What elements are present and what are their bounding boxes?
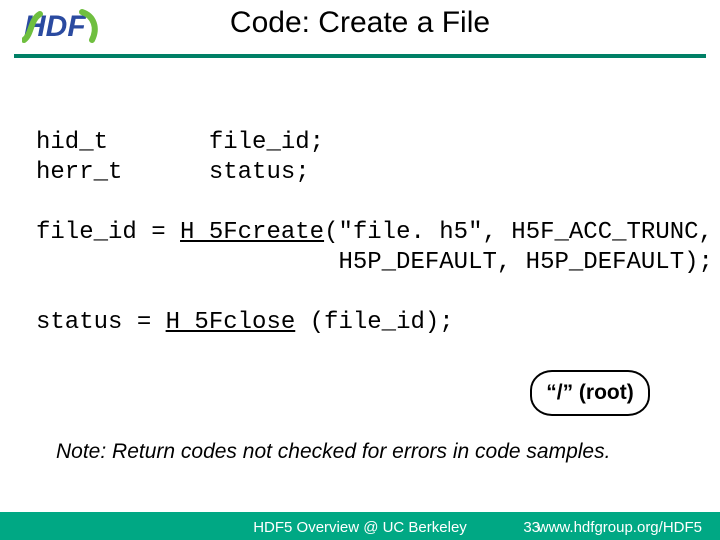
code-fn-call: H 5Fcreate bbox=[180, 219, 324, 246]
code-fn-call: H 5Fclose bbox=[166, 309, 296, 336]
root-node-label: “/” (root) bbox=[546, 381, 633, 405]
title-underline bbox=[14, 54, 706, 58]
code-decl-type: herr_t bbox=[36, 159, 122, 186]
slide: HDF Code: Create a File hid_t file_id; h… bbox=[0, 0, 720, 540]
code-args-cont: H5P_DEFAULT, H5P_DEFAULT); bbox=[36, 249, 713, 276]
footer-url: www.hdfgroup.org/HDF5 bbox=[538, 519, 702, 536]
slide-title: Code: Create a File bbox=[0, 6, 720, 40]
code-decl-var: status; bbox=[209, 159, 310, 186]
code-assign: file_id = bbox=[36, 219, 180, 246]
code-block: hid_t file_id; herr_t status; file_id = … bbox=[36, 128, 713, 338]
code-assign: status = bbox=[36, 309, 166, 336]
slide-note: Note: Return codes not checked for error… bbox=[56, 440, 610, 464]
code-args: ("file. h5", H5F_ACC_TRUNC, bbox=[324, 219, 713, 246]
root-node-bubble: “/” (root) bbox=[530, 370, 650, 416]
code-args: (file_id); bbox=[295, 309, 453, 336]
code-decl-var: file_id; bbox=[209, 129, 324, 156]
code-decl-type: hid_t bbox=[36, 129, 108, 156]
